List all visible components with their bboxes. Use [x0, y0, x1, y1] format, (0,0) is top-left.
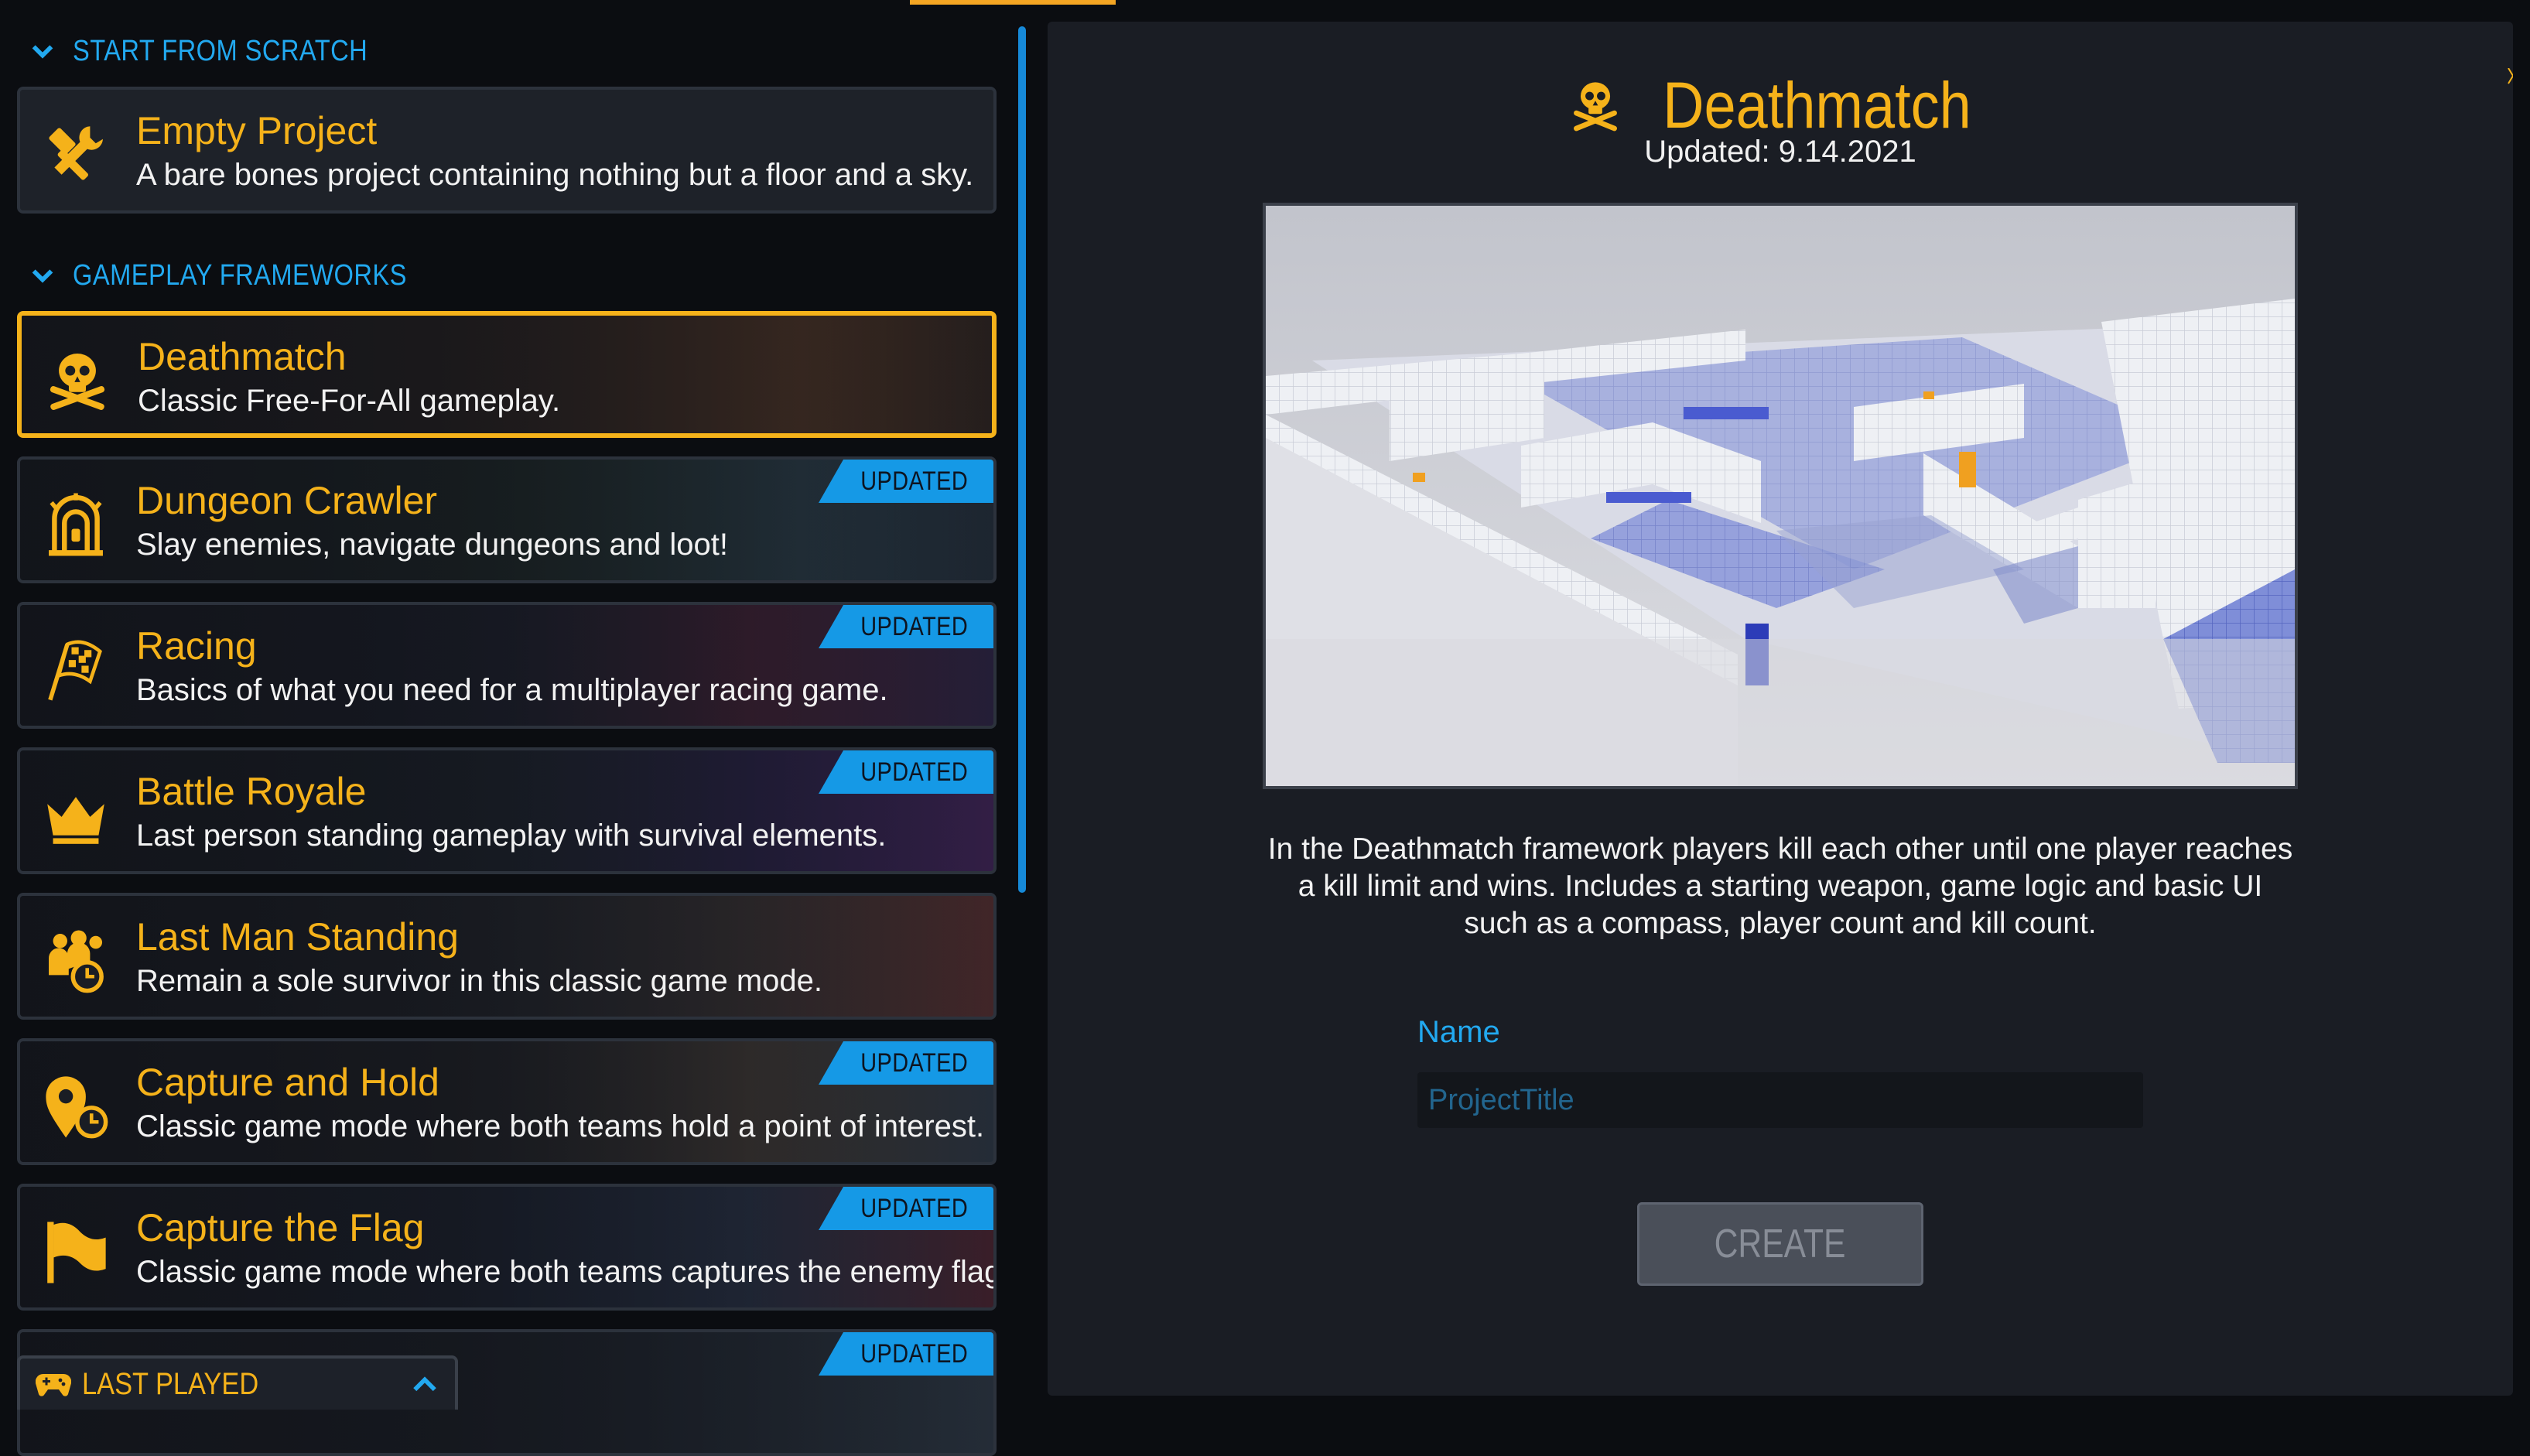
updated-badge: UPDATED [819, 1332, 993, 1376]
template-description: Classic game mode where both teams hold … [136, 1109, 985, 1143]
updated-badge: UPDATED [819, 1187, 993, 1230]
template-description: Last person standing gameplay with survi… [136, 819, 887, 853]
template-card-deathmatch[interactable]: Deathmatch Classic Free-For-All gameplay… [17, 311, 997, 438]
chevron-up-icon[interactable] [412, 1372, 438, 1396]
template-description: Basics of what you need for a multiplaye… [136, 673, 888, 707]
template-description: Slay enemies, navigate dungeons and loot… [136, 528, 728, 562]
section-label: GAMEPLAY FRAMEWORKS [73, 258, 407, 292]
last-played-label: LAST PLAYED [82, 1366, 259, 1401]
template-card-dungeon-crawler[interactable]: Dungeon Crawler Slay enemies, navigate d… [17, 456, 997, 583]
template-card-battle-royale[interactable]: Battle Royale Last person standing gamep… [17, 747, 997, 874]
template-title: Last Man Standing [136, 915, 459, 959]
template-detail-panel: Deathmatch Updated: 9.14.2021 In the Dea… [1048, 22, 2513, 1396]
chevron-down-icon[interactable] [29, 262, 56, 289]
project-name-input[interactable] [1417, 1072, 2143, 1128]
level-preview-render [1266, 206, 2295, 786]
template-title: Deathmatch [138, 335, 347, 378]
skull-crossbones-icon [50, 354, 105, 410]
section-label: START FROM SCRATCH [73, 34, 368, 67]
detail-description: In the Deathmatch framework players kill… [1267, 832, 2293, 940]
template-title: Capture the Flag [136, 1206, 425, 1249]
group-clock-icon [49, 930, 104, 993]
panel-edge-caret [2508, 68, 2513, 84]
last-played-tab[interactable]: LAST PLAYED [17, 1355, 458, 1410]
section-start-from-scratch[interactable]: START FROM SCRATCH [29, 28, 415, 74]
detail-header: Deathmatch [1048, 68, 2513, 143]
template-list[interactable]: START FROM SCRATCH Empty Project A bare … [0, 0, 1021, 1456]
template-title: Capture and Hold [136, 1061, 439, 1104]
create-button-label: CREATE [1715, 1222, 1846, 1266]
updated-badge: UPDATED [819, 460, 993, 503]
template-title: Racing [136, 624, 257, 668]
dungeon-door-icon [49, 493, 103, 556]
template-card-racing[interactable]: Racing Basics of what you need for a mul… [17, 602, 997, 729]
updated-badge: UPDATED [819, 1041, 993, 1085]
hammer-wrench-icon [49, 126, 103, 180]
template-description: Classic Free-For-All gameplay. [138, 384, 561, 418]
template-title: Empty Project [136, 109, 378, 152]
template-description: Remain a sole survivor in this classic g… [136, 964, 823, 998]
template-card-capture-and-hold[interactable]: Capture and Hold Classic game mode where… [17, 1038, 997, 1165]
updated-badge: UPDATED [819, 750, 993, 794]
create-button[interactable]: CREATE [1637, 1202, 1923, 1286]
flag-icon [47, 1222, 106, 1283]
template-list-scrollbar[interactable] [1018, 26, 1026, 893]
template-description: A bare bones project containing nothing … [136, 158, 974, 192]
template-description: Classic game mode where both teams captu… [136, 1255, 997, 1289]
template-card-capture-the-flag[interactable]: Capture the Flag Classic game mode where… [17, 1184, 997, 1311]
template-title: Battle Royale [136, 770, 367, 813]
gamepad-icon [36, 1373, 71, 1396]
template-title: Dungeon Crawler [136, 479, 438, 522]
name-field-label: Name [1417, 1015, 1500, 1049]
crown-icon [47, 797, 104, 844]
detail-updated-date: Updated: 9.14.2021 [1644, 135, 1916, 169]
template-card-last-man-standing[interactable]: Last Man Standing Remain a sole survivor… [17, 893, 997, 1020]
checkered-flag-icon [48, 640, 102, 701]
template-card-empty-project[interactable]: Empty Project A bare bones project conta… [17, 87, 997, 214]
chevron-down-icon[interactable] [29, 38, 56, 64]
location-clock-icon [46, 1076, 108, 1139]
skull-crossbones-icon [1573, 81, 1617, 131]
updated-badge: UPDATED [819, 605, 993, 648]
template-preview-image [1263, 203, 2298, 789]
section-gameplay-frameworks[interactable]: GAMEPLAY FRAMEWORKS [29, 252, 461, 299]
detail-title: Deathmatch [1662, 69, 1971, 142]
